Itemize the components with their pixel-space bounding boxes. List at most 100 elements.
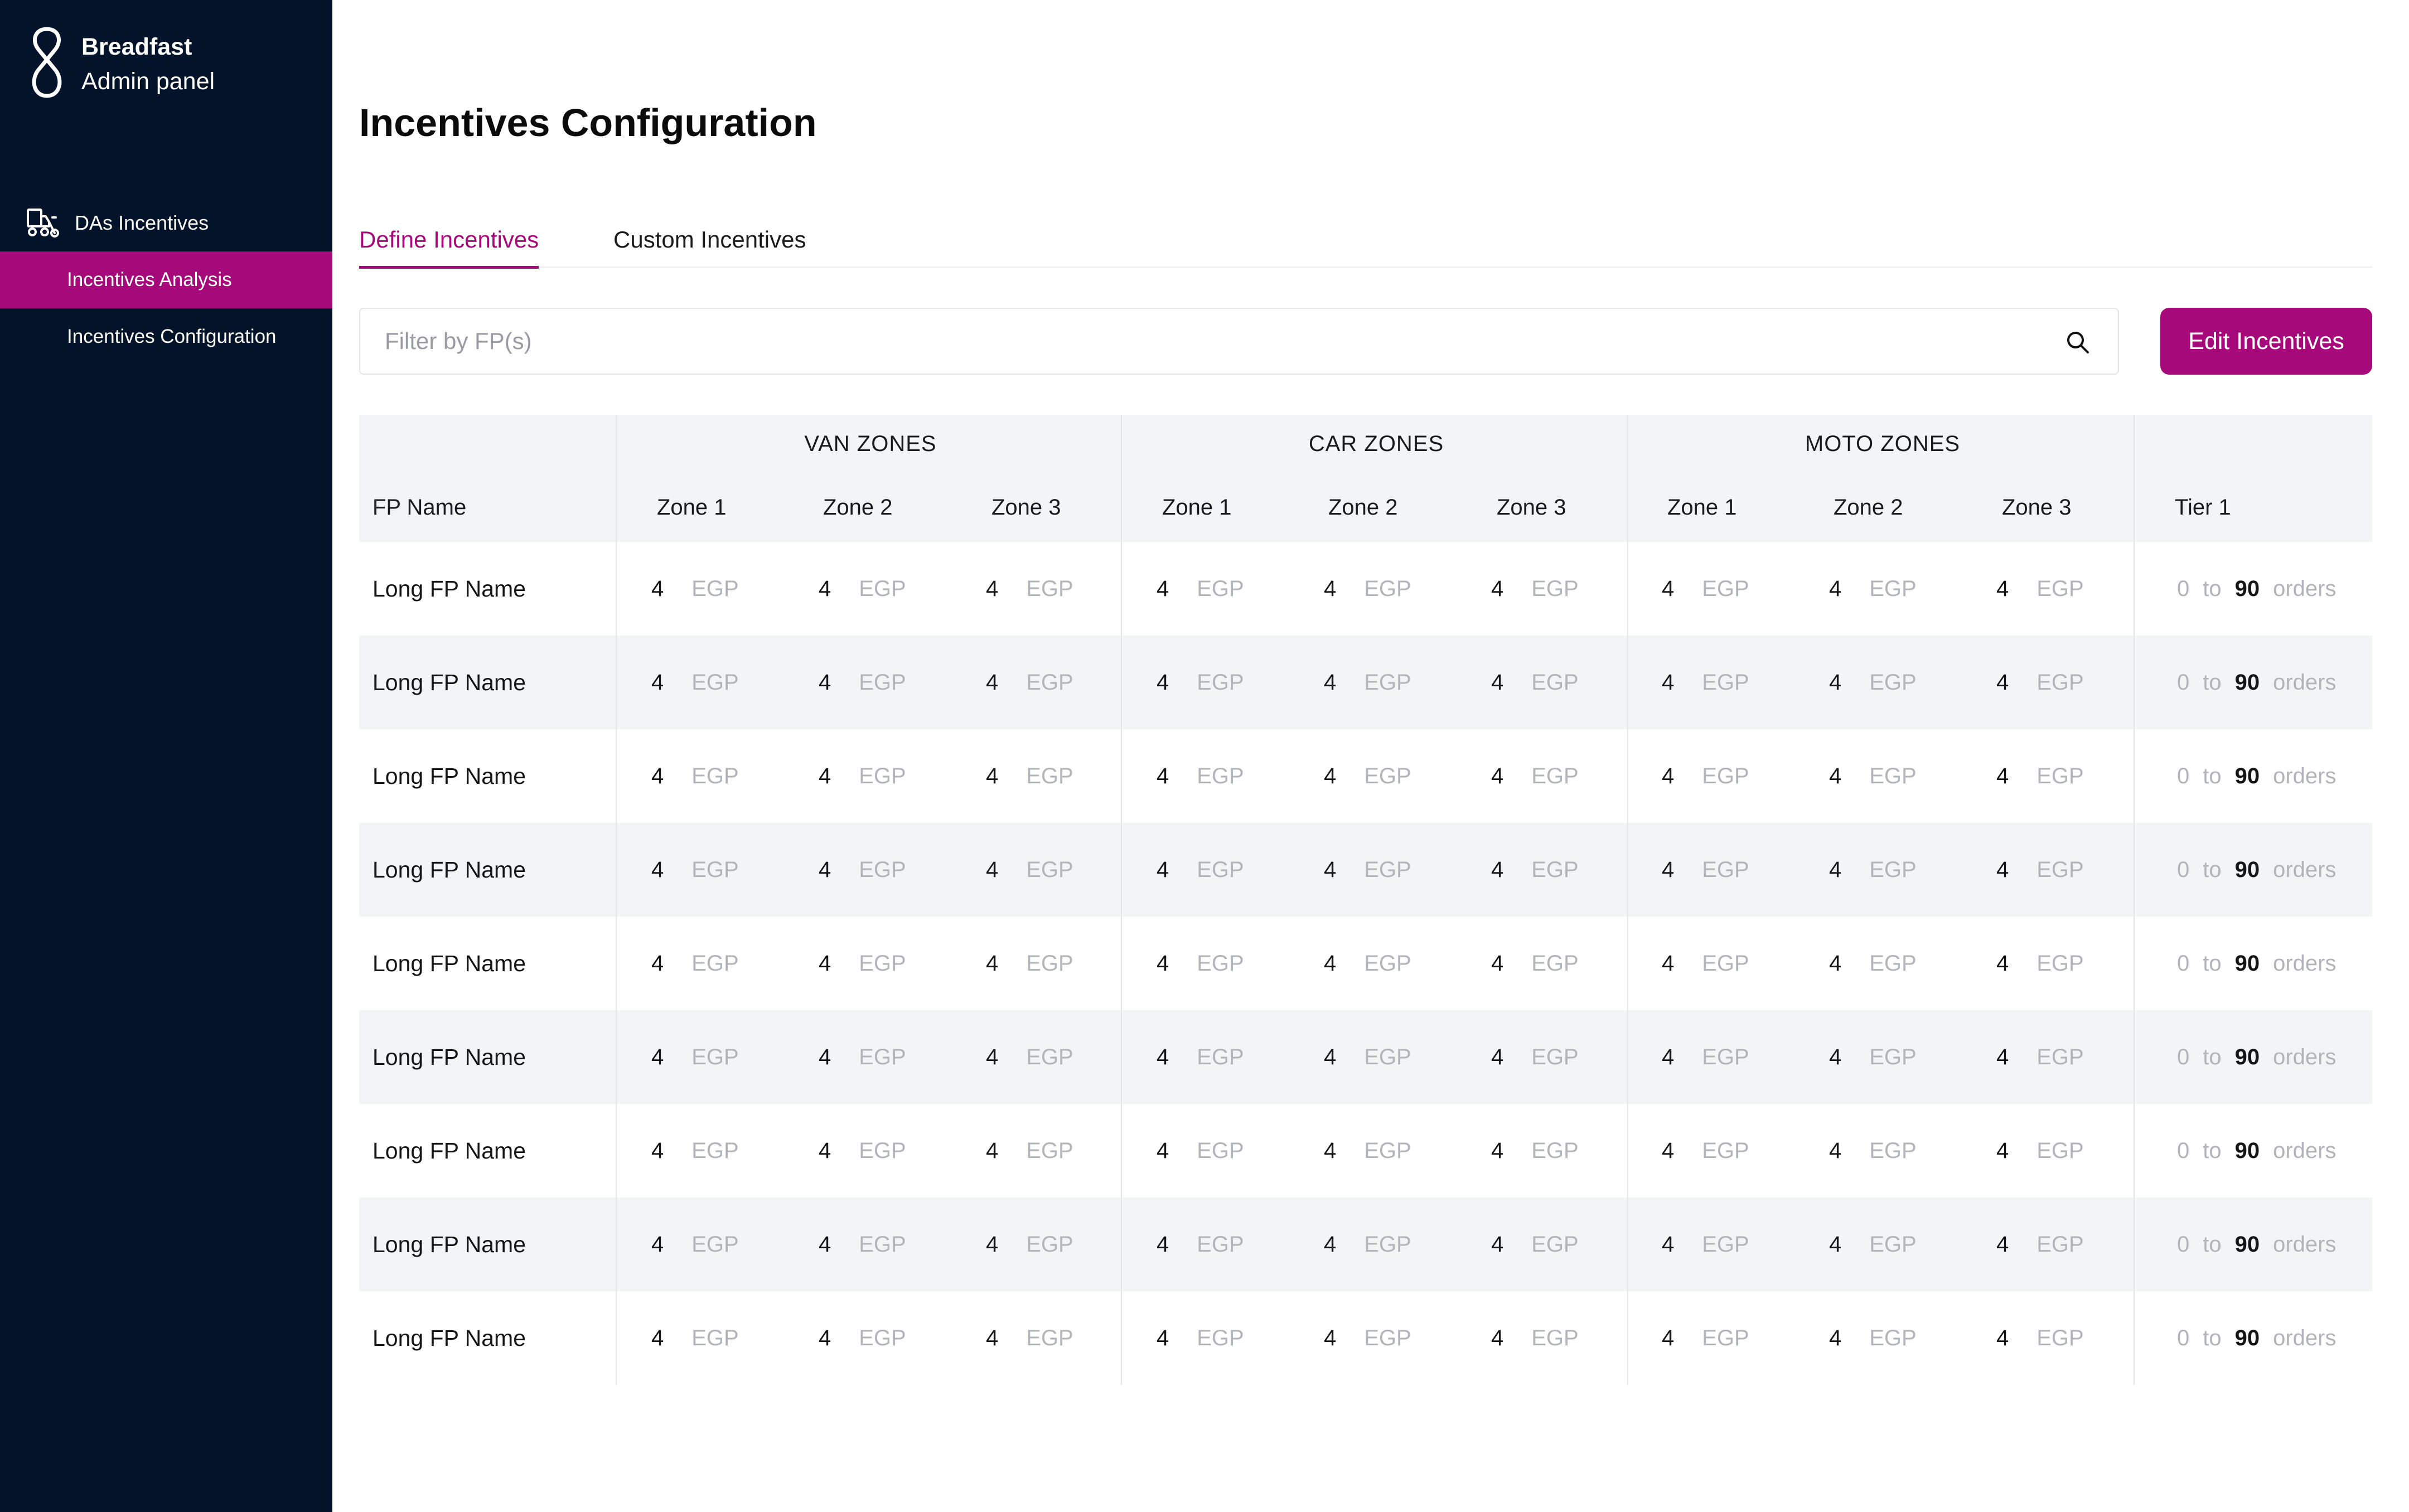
tier-to-word: to (2203, 1044, 2222, 1069)
brand[interactable]: Breadfast Admin panel (26, 25, 215, 101)
zone-amount: 4 (1996, 1044, 2009, 1069)
zone-value-cell: 4 EGP (1662, 823, 1749, 917)
currency-label: EGP (859, 1325, 906, 1350)
zone-amount: 4 (1324, 1232, 1337, 1257)
zone-amount: 4 (1491, 857, 1504, 882)
tier-to-word: to (2203, 576, 2222, 601)
currency-label: EGP (691, 763, 739, 788)
currency-label: EGP (1869, 857, 1917, 882)
tier-from-value: 0 (2177, 1044, 2190, 1069)
header-fp-name: FP Name (373, 495, 467, 520)
table-row[interactable]: Long FP Name 4 EGP 4 EGP 4 EGP 4 EGP 4 EGP 4 EGP 4 EGP… (359, 729, 2372, 823)
zone-amount: 4 (651, 670, 664, 695)
currency-label: EGP (1531, 951, 1579, 976)
zone-value-cell: 4 EGP (651, 729, 739, 823)
currency-label: EGP (1364, 1325, 1411, 1350)
sidebar-item-incentives-configuration[interactable]: Incentives Configuration (0, 308, 332, 365)
table-row[interactable]: Long FP Name 4 EGP 4 EGP 4 EGP 4 EGP 4 EGP 4 EGP 4 EGP… (359, 823, 2372, 917)
zone-amount: 4 (986, 1044, 999, 1069)
zone-value-cell: 4 EGP (651, 917, 739, 1010)
zone-amount: 4 (1996, 1138, 2009, 1163)
nav-group-das-incentives[interactable]: DAs Incentives (26, 205, 209, 241)
app-root: Breadfast Admin panel DAs Incentives Inc… (0, 0, 2409, 1512)
tier-to-value: 90 (2234, 1044, 2260, 1069)
sidebar-item-label: Incentives Configuration (67, 326, 277, 347)
zone-amount: 4 (986, 1232, 999, 1257)
page-title: Incentives Configuration (359, 101, 817, 144)
zone-amount: 4 (1829, 1138, 1842, 1163)
currency-label: EGP (859, 763, 906, 788)
tier-to-value: 90 (2234, 1138, 2260, 1163)
currency-label: EGP (691, 1325, 739, 1350)
zone-amount: 4 (1157, 1138, 1169, 1163)
zone-value-cell: 4 EGP (986, 823, 1073, 917)
zone-amount: 4 (1996, 576, 2009, 601)
tab-label: Define Incentives (359, 226, 539, 253)
zone-value-cell: 4 EGP (1491, 542, 1579, 636)
brand-subtitle: Admin panel (81, 68, 215, 95)
zone-value-cell: 4 EGP (1324, 1104, 1411, 1198)
zone-amount: 4 (1324, 1138, 1337, 1163)
search-icon[interactable] (2065, 330, 2090, 355)
zone-amount: 4 (1996, 951, 2009, 976)
currency-label: EGP (1364, 1138, 1411, 1163)
currency-label: EGP (1364, 857, 1411, 882)
currency-label: EGP (1026, 857, 1073, 882)
edit-incentives-button[interactable]: Edit Incentives (2160, 308, 2372, 375)
zone-value-cell: 4 EGP (1157, 1198, 1244, 1291)
zone-value-cell: 4 EGP (986, 1291, 1073, 1385)
zone-amount: 4 (1324, 857, 1337, 882)
filter-fp-input[interactable] (385, 319, 2002, 364)
table-row[interactable]: Long FP Name 4 EGP 4 EGP 4 EGP 4 EGP 4 EGP 4 EGP 4 EGP… (359, 542, 2372, 636)
zone-amount: 4 (651, 1044, 664, 1069)
tab-define-incentives[interactable]: Define Incentives (359, 212, 539, 269)
brand-name: Breadfast (81, 33, 192, 60)
tier-from-value: 0 (2177, 951, 2190, 976)
tier-unit-label: orders (2273, 670, 2337, 695)
currency-label: EGP (1531, 670, 1579, 695)
tier-unit-label: orders (2273, 576, 2337, 601)
currency-label: EGP (2036, 1138, 2084, 1163)
table-row[interactable]: Long FP Name 4 EGP 4 EGP 4 EGP 4 EGP 4 EGP 4 EGP 4 EGP… (359, 1198, 2372, 1291)
fp-name-cell: Long FP Name (373, 856, 526, 883)
fp-name-cell: Long FP Name (373, 1231, 526, 1257)
table-row[interactable]: Long FP Name 4 EGP 4 EGP 4 EGP 4 EGP 4 EGP 4 EGP 4 EGP… (359, 636, 2372, 729)
zone-amount: 4 (651, 1232, 664, 1257)
zone-value-cell: 4 EGP (1829, 729, 1917, 823)
zone-amount: 4 (1829, 763, 1842, 788)
zone-value-cell: 4 EGP (1324, 1291, 1411, 1385)
sidebar-item-label: Incentives Analysis (67, 269, 232, 290)
zone-amount: 4 (1157, 1325, 1169, 1350)
zone-value-cell: 4 EGP (986, 1010, 1073, 1104)
table-row[interactable]: Long FP Name 4 EGP 4 EGP 4 EGP 4 EGP 4 EGP 4 EGP 4 EGP… (359, 1291, 2372, 1385)
currency-label: EGP (1702, 857, 1749, 882)
currency-label: EGP (1869, 670, 1917, 695)
tier-from-value: 0 (2177, 1138, 2190, 1163)
table-row[interactable]: Long FP Name 4 EGP 4 EGP 4 EGP 4 EGP 4 EGP 4 EGP 4 EGP… (359, 1104, 2372, 1198)
zone-value-cell: 4 EGP (1996, 729, 2084, 823)
tab-custom-incentives[interactable]: Custom Incentives (613, 212, 806, 268)
zone-value-cell: 4 EGP (1324, 1198, 1411, 1291)
tier-to-word: to (2203, 1232, 2222, 1257)
zone-value-cell: 4 EGP (1662, 917, 1749, 1010)
zone-value-cell: 4 EGP (1996, 636, 2084, 729)
fp-name-cell: Long FP Name (373, 669, 526, 695)
currency-label: EGP (2036, 857, 2084, 882)
tier-from-value: 0 (2177, 763, 2190, 788)
currency-label: EGP (2036, 951, 2084, 976)
currency-label: EGP (1026, 1325, 1073, 1350)
currency-label: EGP (1531, 1044, 1579, 1069)
zone-value-cell: 4 EGP (1829, 1291, 1917, 1385)
zone-amount: 4 (1491, 1138, 1504, 1163)
table-row[interactable]: Long FP Name 4 EGP 4 EGP 4 EGP 4 EGP 4 EGP 4 EGP 4 EGP… (359, 1010, 2372, 1104)
zone-amount: 4 (1996, 857, 2009, 882)
zone-amount: 4 (1662, 576, 1675, 601)
tier-to-value: 90 (2234, 763, 2260, 788)
table-row[interactable]: Long FP Name 4 EGP 4 EGP 4 EGP 4 EGP 4 EGP 4 EGP 4 EGP… (359, 917, 2372, 1010)
zone-amount: 4 (1996, 670, 2009, 695)
zone-amount: 4 (1662, 763, 1675, 788)
sidebar-item-incentives-analysis[interactable]: Incentives Analysis (0, 251, 332, 308)
fp-name-cell: Long FP Name (373, 1137, 526, 1164)
currency-label: EGP (1026, 576, 1073, 601)
zone-amount: 4 (1829, 951, 1842, 976)
